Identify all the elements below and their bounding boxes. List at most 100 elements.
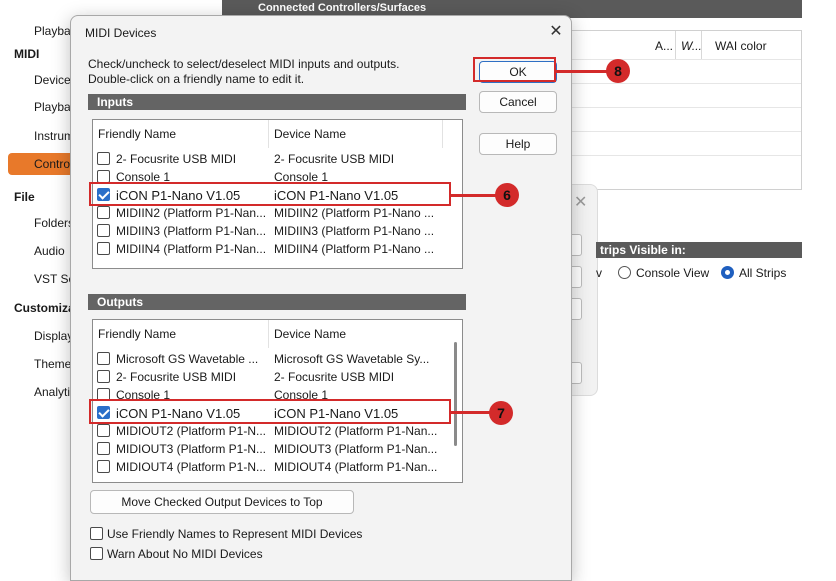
- table-header-separator: [675, 31, 676, 59]
- radio-console-view-label: Console View: [636, 266, 710, 280]
- option-checkbox[interactable]: [90, 527, 103, 541]
- option-label: Warn About No MIDI Devices: [107, 546, 263, 561]
- friendly-name-cell[interactable]: MIDIOUT4 (Platform P1-N...: [116, 460, 266, 474]
- callout-badge-output: 7: [489, 401, 513, 425]
- device-name-cell: MIDIIN3 (Platform P1-Nano ...: [274, 224, 435, 238]
- radio-all-strips-label: All Strips: [739, 266, 787, 280]
- table-row-line: [569, 155, 801, 156]
- device-checkbox[interactable]: [97, 152, 110, 165]
- radio-all-strips[interactable]: [721, 266, 734, 279]
- outputs-col-device-name[interactable]: Device Name: [274, 327, 346, 341]
- inputs-col-device-name[interactable]: Device Name: [274, 127, 346, 141]
- device-name-cell: MIDIOUT3 (Platform P1-Nan...: [274, 442, 438, 456]
- outputs-section-header: [88, 294, 466, 310]
- ok-highlight-box: [473, 57, 556, 82]
- list-item[interactable]: 2- Focusrite USB MIDI 2- Focusrite USB MI…: [93, 150, 453, 168]
- device-name-cell: 2- Focusrite USB MIDI: [274, 370, 395, 384]
- column-separator: [268, 320, 269, 348]
- list-item[interactable]: MIDIOUT2 (Platform P1-N... MIDIOUT2 (Plat…: [93, 422, 453, 440]
- callout-line: [451, 411, 491, 414]
- inputs-col-friendly-name[interactable]: Friendly Name: [98, 127, 176, 141]
- preferences-sidebar: Playback MIDI Devices Playback Instruments Co…: [0, 0, 123, 581]
- radio-partial-label: v: [596, 266, 602, 280]
- input-highlight-box: [89, 182, 451, 206]
- friendly-name-cell[interactable]: MIDIIN4 (Platform P1-Nan...: [116, 242, 266, 256]
- table-row-line: [569, 107, 801, 108]
- option-warn-no-midi[interactable]: Warn About No MIDI Devices: [90, 546, 263, 561]
- device-name-cell: MIDIOUT4 (Platform P1-Nan...: [274, 460, 438, 474]
- table-header-wai-color[interactable]: WAI color: [715, 39, 767, 53]
- device-checkbox[interactable]: [97, 242, 110, 255]
- inputs-section-header: [88, 94, 466, 110]
- device-name-cell: MIDIIN2 (Platform P1-Nano ...: [274, 206, 435, 220]
- instruction-line-2: Double-click on a friendly name to edit …: [88, 72, 305, 86]
- cancel-button[interactable]: Cancel: [479, 91, 557, 113]
- sidebar-item[interactable]: MIDI: [14, 47, 39, 61]
- device-checkbox[interactable]: [97, 224, 110, 237]
- callout-line: [451, 194, 497, 197]
- friendly-name-cell[interactable]: 2- Focusrite USB MIDI: [116, 370, 266, 384]
- column-separator: [268, 120, 269, 148]
- device-checkbox[interactable]: [97, 370, 110, 383]
- table-row-line: [569, 59, 801, 60]
- option-use-friendly-names[interactable]: Use Friendly Names to Represent MIDI Dev…: [90, 526, 362, 541]
- sidebar-item[interactable]: Folders: [34, 216, 74, 230]
- device-checkbox[interactable]: [97, 424, 110, 437]
- strips-visible-label: trips Visible in:: [600, 243, 686, 257]
- list-item[interactable]: MIDIOUT4 (Platform P1-N... MIDIOUT4 (Plat…: [93, 458, 453, 476]
- callout-badge-input: 6: [495, 183, 519, 207]
- close-icon[interactable]: ✕: [574, 192, 587, 212]
- outputs-scrollbar[interactable]: [454, 342, 457, 446]
- list-item[interactable]: MIDIOUT3 (Platform P1-N... MIDIOUT3 (Plat…: [93, 440, 453, 458]
- option-checkbox[interactable]: [90, 547, 103, 561]
- list-item[interactable]: Microsoft GS Wavetable ... Microsoft GS W…: [93, 350, 453, 368]
- table-header-separator: [701, 31, 702, 59]
- radio-console-view[interactable]: [618, 266, 631, 279]
- list-item[interactable]: MIDIIN4 (Platform P1-Nan... MIDIIN4 (Plat…: [93, 240, 453, 258]
- callout-badge-ok: 8: [606, 59, 630, 83]
- move-checked-outputs-button[interactable]: Move Checked Output Devices to Top: [90, 490, 354, 514]
- panel-field[interactable]: [572, 234, 582, 256]
- sidebar-item[interactable]: Audio: [34, 244, 65, 258]
- device-checkbox[interactable]: [97, 442, 110, 455]
- output-highlight-box: [89, 399, 451, 424]
- table-header-w[interactable]: W...: [681, 39, 702, 53]
- panel-field[interactable]: [572, 298, 582, 320]
- device-checkbox[interactable]: [97, 352, 110, 365]
- help-button[interactable]: Help: [479, 133, 557, 155]
- friendly-name-cell[interactable]: MIDIOUT3 (Platform P1-N...: [116, 442, 266, 456]
- list-item[interactable]: 2- Focusrite USB MIDI 2- Focusrite USB MI…: [93, 368, 453, 386]
- friendly-name-cell[interactable]: MIDIIN3 (Platform P1-Nan...: [116, 224, 266, 238]
- friendly-name-cell[interactable]: 2- Focusrite USB MIDI: [116, 152, 266, 166]
- close-icon[interactable]: ✕: [545, 21, 567, 43]
- device-name-cell: 2- Focusrite USB MIDI: [274, 152, 395, 166]
- dialog-title: MIDI Devices: [85, 26, 157, 40]
- friendly-name-cell[interactable]: MIDIIN2 (Platform P1-Nan...: [116, 206, 266, 220]
- column-separator: [442, 120, 443, 148]
- outputs-col-friendly-name[interactable]: Friendly Name: [98, 327, 176, 341]
- table-row-line: [569, 83, 801, 84]
- callout-line: [556, 70, 608, 73]
- controllers-table: A... W... WAI color: [568, 30, 802, 190]
- sidebar-item[interactable]: Display: [34, 329, 73, 343]
- friendly-name-cell[interactable]: Microsoft GS Wavetable ...: [116, 352, 266, 366]
- device-name-cell: MIDIOUT2 (Platform P1-Nan...: [274, 424, 438, 438]
- instruction-line-1: Check/uncheck to select/deselect MIDI in…: [88, 57, 400, 71]
- panel-field[interactable]: [572, 362, 582, 384]
- device-name-cell: MIDIIN4 (Platform P1-Nano ...: [274, 242, 435, 256]
- connected-controllers-label: Connected Controllers/Surfaces: [258, 2, 427, 14]
- inputs-section-label: Inputs: [97, 95, 133, 109]
- midi-devices-dialog: MIDI Devices ✕ Check/uncheck to select/d…: [70, 15, 572, 581]
- option-label: Use Friendly Names to Represent MIDI Dev…: [107, 526, 363, 541]
- friendly-name-cell[interactable]: MIDIOUT2 (Platform P1-N...: [116, 424, 266, 438]
- table-header-a[interactable]: A...: [655, 39, 673, 53]
- table-row-line: [569, 131, 801, 132]
- list-item[interactable]: MIDIIN3 (Platform P1-Nan... MIDIIN3 (Plat…: [93, 222, 453, 240]
- device-checkbox[interactable]: [97, 206, 110, 219]
- sidebar-item[interactable]: File: [14, 190, 35, 204]
- list-item[interactable]: MIDIIN2 (Platform P1-Nan... MIDIIN2 (Plat…: [93, 204, 453, 222]
- panel-field[interactable]: [572, 266, 582, 288]
- device-name-cell: Microsoft GS Wavetable Sy...: [274, 352, 430, 366]
- outputs-section-label: Outputs: [97, 295, 143, 309]
- device-checkbox[interactable]: [97, 460, 110, 473]
